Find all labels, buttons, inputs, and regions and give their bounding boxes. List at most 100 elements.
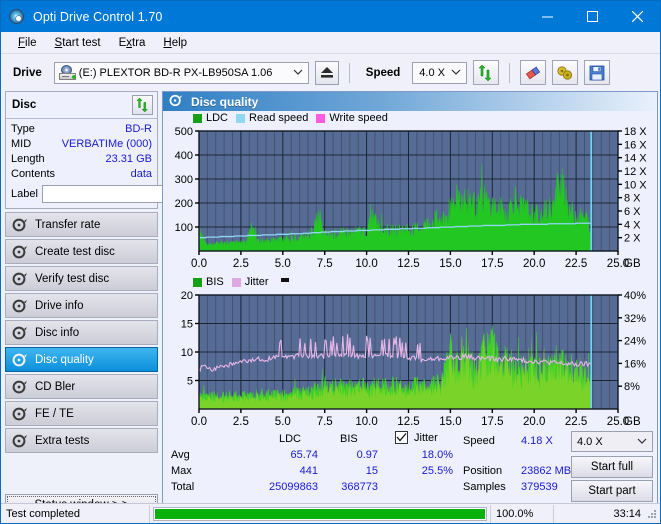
- minimize-button[interactable]: [525, 1, 570, 32]
- maximize-button[interactable]: [570, 1, 615, 32]
- progress-percent: 100.0%: [496, 507, 534, 520]
- test-speed-select[interactable]: 4.0 X: [571, 431, 653, 452]
- eject-button[interactable]: [314, 60, 339, 85]
- main-header: Disc quality: [163, 92, 657, 111]
- svg-text:8 X: 8 X: [624, 193, 641, 205]
- eraser-icon: [526, 66, 541, 79]
- bis-chart-container: BIS Jitter 5 10 15 20 8% 16% 24% 32% 40% 0.0 2.5 5.…: [163, 275, 657, 431]
- resize-grip-icon[interactable]: [646, 508, 658, 520]
- start-part-button[interactable]: Start part: [571, 480, 653, 502]
- disc-row-length-value: 23.31 GB: [105, 153, 152, 165]
- sidebar-item-drive-info[interactable]: Drive info: [5, 293, 158, 318]
- legend-swatch-read-speed: [236, 113, 246, 123]
- sidebar-item-disc-quality[interactable]: Disc quality: [5, 347, 158, 372]
- refresh-drive-button[interactable]: [473, 60, 500, 85]
- speed-label: Speed: [365, 66, 401, 79]
- stats-speed-value: 4.18 X: [521, 435, 553, 447]
- disc-test-icon: [12, 272, 28, 286]
- disc-row-mid: MID VERBATIMe (000): [11, 137, 152, 152]
- drive-select[interactable]: (E:) PLEXTOR BD-R PX-LB950SA 1.06: [53, 61, 309, 84]
- svg-text:15: 15: [181, 319, 193, 331]
- sidebar-item-label: Disc info: [35, 326, 80, 339]
- svg-text:10: 10: [181, 347, 193, 359]
- sidebar-item-cd-bler[interactable]: CD Bler: [5, 374, 158, 399]
- svg-text:12.5: 12.5: [397, 258, 419, 270]
- legend-marker-icon: [280, 277, 289, 282]
- sidebar: Disc Type BD-R MID VERBATIMe (000) Lengt…: [3, 91, 245, 516]
- speed-select[interactable]: 4.0 X: [412, 61, 468, 84]
- legend-swatch-write-speed: [316, 113, 326, 123]
- svg-text:4 X: 4 X: [624, 219, 641, 231]
- sidebar-item-label: CD Bler: [35, 380, 76, 393]
- disc-row-type-key: Type: [11, 123, 35, 135]
- disc-row-type: Type BD-R: [11, 122, 152, 137]
- bitsetting-button[interactable]: [552, 60, 579, 85]
- progress-bar-fill: [155, 508, 485, 519]
- svg-text:0.0: 0.0: [191, 416, 207, 428]
- stats-row-total-label: Total: [171, 481, 195, 493]
- drive-label: Drive: [13, 66, 42, 79]
- elapsed-time: 33:14: [613, 507, 641, 520]
- save-icon: [589, 65, 605, 80]
- disc-label-key: Label: [11, 188, 38, 200]
- sidebar-item-label: Create test disc: [35, 245, 115, 258]
- disc-panel-header: Disc: [6, 92, 157, 119]
- erase-button[interactable]: [520, 60, 547, 85]
- ldc-plot[interactable]: 100 200 300 400 500 2 X 4 X6 X8 X 10 X 12 X 14 X 1…: [163, 125, 657, 273]
- save-button[interactable]: [584, 60, 611, 85]
- legend-label-write-speed: Write speed: [329, 112, 388, 124]
- svg-text:10.0: 10.0: [355, 258, 377, 270]
- stats-position-value: 23862 MB: [521, 465, 572, 477]
- drive-select-value: (E:) PLEXTOR BD-R PX-LB950SA 1.06: [78, 66, 273, 79]
- bis-plot[interactable]: 5 10 15 20 8% 16% 24% 32% 40% 0.0 2.5 5.0 7.5 10.0 12.…: [163, 289, 657, 431]
- menu-file-rest: ile: [25, 36, 37, 49]
- stats-jitter-max: 25.5%: [421, 465, 453, 477]
- disc-row-mid-key: MID: [11, 138, 32, 150]
- app-window: Opti Drive Control 1.70 File Start test …: [0, 0, 661, 524]
- menu-start-test[interactable]: Start test: [46, 35, 110, 51]
- stats-position-label: Position: [463, 465, 503, 477]
- svg-text:2.5: 2.5: [233, 416, 249, 428]
- stats-row-max-label: Max: [171, 465, 192, 477]
- sidebar-item-disc-info[interactable]: Disc info: [5, 320, 158, 345]
- disc-test-icon: [12, 245, 28, 259]
- test-speed-value: 4.0 X: [577, 435, 603, 448]
- status-divider-1: [149, 504, 150, 523]
- stats-bis-total: 368773: [341, 481, 378, 493]
- menu-bar: File Start test Extra Help: [1, 32, 660, 54]
- sidebar-item-label: Verify test disc: [35, 272, 110, 285]
- svg-text:7.5: 7.5: [317, 258, 333, 270]
- svg-text:500: 500: [175, 126, 193, 138]
- jitter-checkbox[interactable]: [395, 431, 408, 444]
- sidebar-item-transfer-rate[interactable]: Transfer rate: [5, 212, 158, 237]
- sidebar-item-extra-tests[interactable]: Extra tests: [5, 428, 158, 453]
- svg-text:5.0: 5.0: [275, 258, 291, 270]
- refresh-icon: [478, 64, 492, 81]
- start-full-button[interactable]: Start full: [571, 456, 653, 478]
- disc-test-icon: [12, 299, 28, 313]
- menu-help[interactable]: Help: [154, 35, 196, 51]
- stats-bis-avg: 0.97: [356, 449, 378, 461]
- refresh-icon: [135, 98, 148, 112]
- legend-swatch-ldc: [193, 113, 202, 123]
- stats-header-ldc: LDC: [279, 433, 302, 445]
- jitter-checkbox-group: Jitter: [395, 431, 438, 444]
- svg-text:20.0: 20.0: [523, 416, 545, 428]
- stats-ldc-total: 25099863: [269, 481, 318, 493]
- disc-row-type-value: BD-R: [125, 123, 152, 135]
- sidebar-item-fe-te[interactable]: FE / TE: [5, 401, 158, 426]
- sidebar-item-verify-test-disc[interactable]: Verify test disc: [5, 266, 158, 291]
- close-button[interactable]: [615, 1, 660, 32]
- sidebar-item-create-test-disc[interactable]: Create test disc: [5, 239, 158, 264]
- disc-rows: Type BD-R MID VERBATIMe (000) Length 23.…: [6, 119, 245, 208]
- disc-refresh-button[interactable]: [132, 95, 153, 115]
- svg-text:12 X: 12 X: [624, 166, 647, 178]
- disc-test-icon: [12, 380, 28, 394]
- sidebar-item-label: Transfer rate: [35, 218, 101, 231]
- menu-file[interactable]: File: [9, 35, 46, 51]
- disc-test-icon: [12, 353, 28, 367]
- svg-text:10 X: 10 X: [624, 179, 647, 191]
- menu-extra[interactable]: Extra: [110, 35, 155, 51]
- sidebar-item-label: Disc quality: [35, 353, 94, 366]
